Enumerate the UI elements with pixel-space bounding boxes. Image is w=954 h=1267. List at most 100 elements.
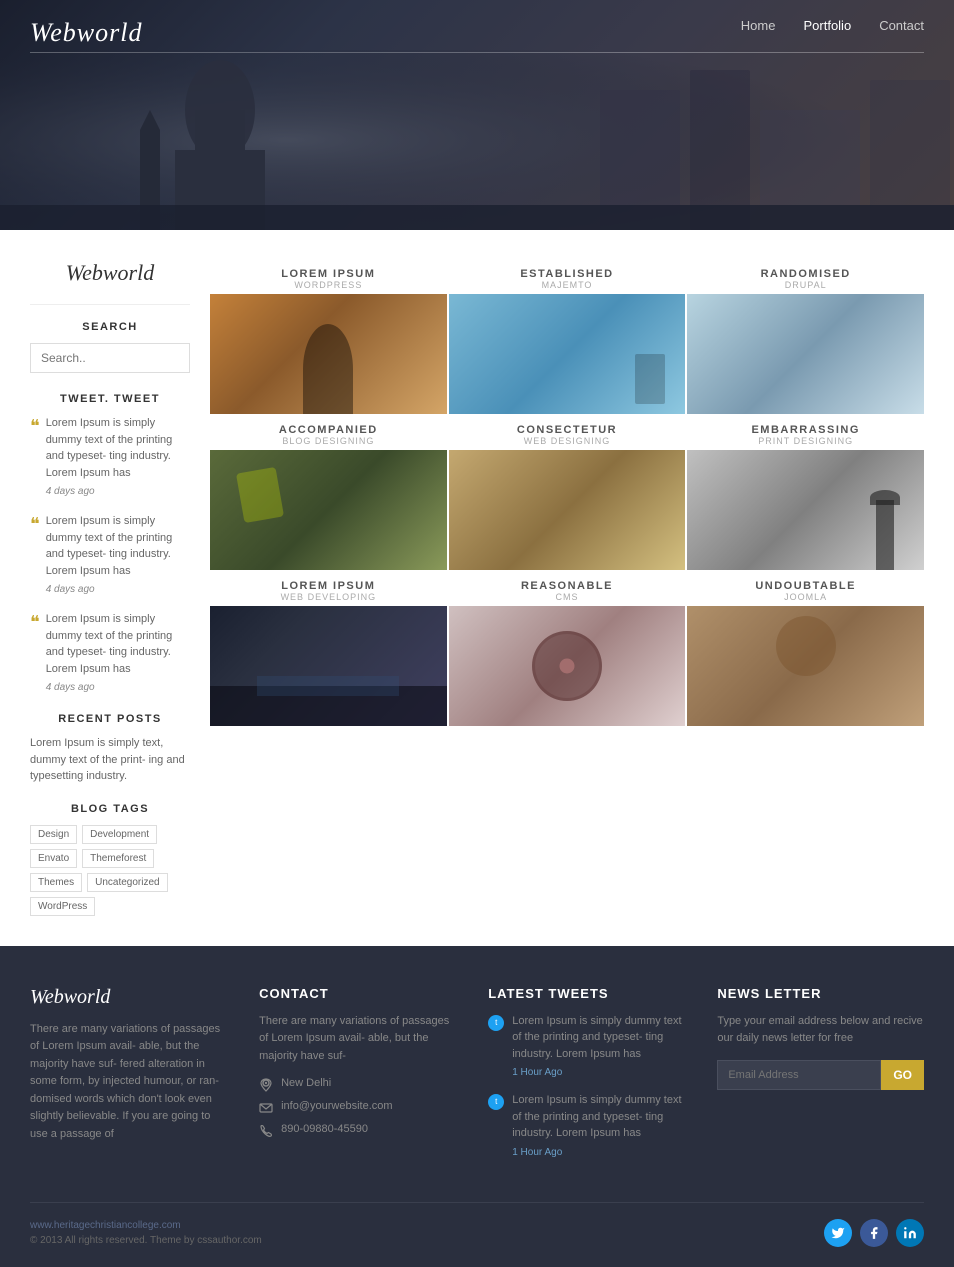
- portfolio-item-9-header: UNDOUBTABLE JOOMLA: [687, 572, 924, 606]
- social-facebook-button[interactable]: [860, 1219, 888, 1247]
- portfolio-item-1[interactable]: LOREM IPSUM WORDPRESS: [210, 260, 447, 414]
- footer-address: New Delhi: [281, 1077, 331, 1089]
- sidebar: Webworld SEARCH TWEET. TWEET ❝ Lorem Ips…: [30, 260, 210, 916]
- tweet-time-2: 4 days ago: [46, 582, 190, 597]
- social-twitter-button[interactable]: [824, 1219, 852, 1247]
- recent-post-text: Lorem Ipsum is simply text, dummy text o…: [30, 735, 190, 785]
- tag-development[interactable]: Development: [82, 825, 157, 844]
- recent-posts-title: RECENT POSTS: [30, 713, 190, 725]
- site-header: Webworld Home Portfolio Contact: [0, 0, 954, 230]
- portfolio-item-8[interactable]: REASONABLE CMS: [449, 572, 686, 726]
- twitter-icon: [831, 1226, 845, 1240]
- portfolio-item-5-subtitle: WEB DESIGNING: [453, 436, 682, 446]
- portfolio-item-3-title: RANDOMISED: [691, 268, 920, 280]
- tag-envato[interactable]: Envato: [30, 849, 77, 868]
- portfolio-item-3[interactable]: RANDOMISED DRUPAL: [687, 260, 924, 414]
- facebook-icon: [867, 1226, 881, 1240]
- portfolio-img-1: [210, 294, 447, 414]
- nav-portfolio[interactable]: Portfolio: [803, 18, 851, 33]
- portfolio-item-9[interactable]: UNDOUBTABLE JOOMLA: [687, 572, 924, 726]
- sidebar-logo: Webworld: [30, 260, 190, 286]
- tweet-item-2: ❝ Lorem Ipsum is simply dummy text of th…: [30, 513, 190, 597]
- footer-newsletter-desc: Type your email address below and recive…: [717, 1013, 924, 1048]
- newsletter-submit-button[interactable]: GO: [881, 1060, 924, 1090]
- portfolio-item-9-title: UNDOUBTABLE: [691, 580, 920, 592]
- header-logo: Webworld: [30, 18, 143, 47]
- footer-tweet-2-time: 1 Hour Ago: [512, 1145, 687, 1160]
- portfolio-img-4: [210, 450, 447, 570]
- portfolio-item-1-header: LOREM IPSUM WORDPRESS: [210, 260, 447, 294]
- portfolio-item-7[interactable]: LOREM IPSUM WEB DEVELOPING: [210, 572, 447, 726]
- linkedin-icon: [903, 1226, 917, 1240]
- footer-phone-item: 890-09880-45590: [259, 1123, 458, 1138]
- footer-description: There are many variations of passages of…: [30, 1021, 229, 1144]
- footer-tweet-1-content: Lorem Ipsum is simply dummy text of the …: [512, 1013, 687, 1081]
- tag-themes[interactable]: Themes: [30, 873, 82, 892]
- portfolio-item-4[interactable]: ACCOMPANIED BLOG DESIGNING: [210, 416, 447, 570]
- recent-posts-section: RECENT POSTS Lorem Ipsum is simply text,…: [30, 713, 190, 785]
- portfolio-item-3-subtitle: DRUPAL: [691, 280, 920, 290]
- sidebar-divider-1: [30, 304, 190, 305]
- footer-tweets-title: LATEST TWEETS: [488, 986, 687, 1001]
- portfolio-img-2: [449, 294, 686, 414]
- footer-watermark: www.heritagechristiancollege.com: [30, 1220, 262, 1231]
- portfolio-img-8: [449, 606, 686, 726]
- tag-uncategorized[interactable]: Uncategorized: [87, 873, 167, 892]
- portfolio-item-1-title: LOREM IPSUM: [214, 268, 443, 280]
- portfolio-item-4-subtitle: BLOG DESIGNING: [214, 436, 443, 446]
- footer-copyright: © 2013 All rights reserved. Theme by css…: [30, 1235, 262, 1246]
- tweet-quote-icon-3: ❝: [30, 613, 40, 695]
- location-icon: [259, 1078, 273, 1092]
- portfolio-item-7-title: LOREM IPSUM: [214, 580, 443, 592]
- portfolio-img-9: [687, 606, 924, 726]
- search-label: SEARCH: [30, 321, 190, 333]
- twitter-bird-icon-1: t: [488, 1015, 504, 1031]
- portfolio-item-7-subtitle: WEB DEVELOPING: [214, 592, 443, 602]
- footer-address-item: New Delhi: [259, 1077, 458, 1092]
- portfolio-item-6[interactable]: EMBARRASSING PRINT DESIGNING: [687, 416, 924, 570]
- footer-newsletter-col: NEWS LETTER Type your email address belo…: [717, 986, 924, 1172]
- portfolio-item-2[interactable]: ESTABLISHED MAJEMTO: [449, 260, 686, 414]
- email-icon: [259, 1101, 273, 1115]
- footer-contact-col: CONTACT There are many variations of pas…: [259, 986, 458, 1172]
- portfolio-item-1-subtitle: WORDPRESS: [214, 280, 443, 290]
- tweet-item-1: ❝ Lorem Ipsum is simply dummy text of th…: [30, 415, 190, 499]
- tweet-time-3: 4 days ago: [46, 680, 190, 695]
- portfolio-item-4-title: ACCOMPANIED: [214, 424, 443, 436]
- site-footer: Webworld There are many variations of pa…: [0, 946, 954, 1267]
- portfolio-img-6: [687, 450, 924, 570]
- tag-wordpress[interactable]: WordPress: [30, 897, 95, 916]
- tweet-section: TWEET. TWEET ❝ Lorem Ipsum is simply dum…: [30, 393, 190, 695]
- portfolio-img-5: [449, 450, 686, 570]
- tweet-item-3: ❝ Lorem Ipsum is simply dummy text of th…: [30, 611, 190, 695]
- tweet-quote-icon-2: ❝: [30, 515, 40, 597]
- newsletter-email-input[interactable]: [717, 1060, 881, 1090]
- blog-tags-title: BLOG TAGS: [30, 803, 190, 815]
- tag-cloud: Design Development Envato Themeforest Th…: [30, 825, 190, 916]
- portfolio-item-5[interactable]: CONSECTETUR WEB DESIGNING: [449, 416, 686, 570]
- social-linkedin-button[interactable]: [896, 1219, 924, 1247]
- tag-themeforest[interactable]: Themeforest: [82, 849, 154, 868]
- portfolio-item-8-subtitle: CMS: [453, 592, 682, 602]
- footer-tweet-1: t Lorem Ipsum is simply dummy text of th…: [488, 1013, 687, 1081]
- footer-email-item: info@yourwebsite.com: [259, 1100, 458, 1115]
- tweet-content-2: Lorem Ipsum is simply dummy text of the …: [46, 513, 190, 597]
- header-logo-wrap: Webworld: [30, 18, 143, 48]
- twitter-bird-icon-2: t: [488, 1094, 504, 1110]
- footer-newsletter-title: NEWS LETTER: [717, 986, 924, 1001]
- newsletter-form: GO: [717, 1060, 924, 1090]
- footer-tweet-2: t Lorem Ipsum is simply dummy text of th…: [488, 1092, 687, 1160]
- portfolio-section: LOREM IPSUM WORDPRESS ESTABLISHED MAJEMT…: [210, 260, 924, 916]
- footer-bottom-left: www.heritagechristiancollege.com © 2013 …: [30, 1220, 262, 1246]
- footer-logo: Webworld: [30, 986, 229, 1009]
- portfolio-item-2-subtitle: MAJEMTO: [453, 280, 682, 290]
- portfolio-item-8-header: REASONABLE CMS: [449, 572, 686, 606]
- portfolio-item-5-header: CONSECTETUR WEB DESIGNING: [449, 416, 686, 450]
- tag-design[interactable]: Design: [30, 825, 77, 844]
- nav-home[interactable]: Home: [741, 18, 776, 33]
- portfolio-item-4-header: ACCOMPANIED BLOG DESIGNING: [210, 416, 447, 450]
- search-input[interactable]: [30, 343, 190, 373]
- tweet-quote-icon-1: ❝: [30, 417, 40, 499]
- nav-contact[interactable]: Contact: [879, 18, 924, 33]
- portfolio-item-2-header: ESTABLISHED MAJEMTO: [449, 260, 686, 294]
